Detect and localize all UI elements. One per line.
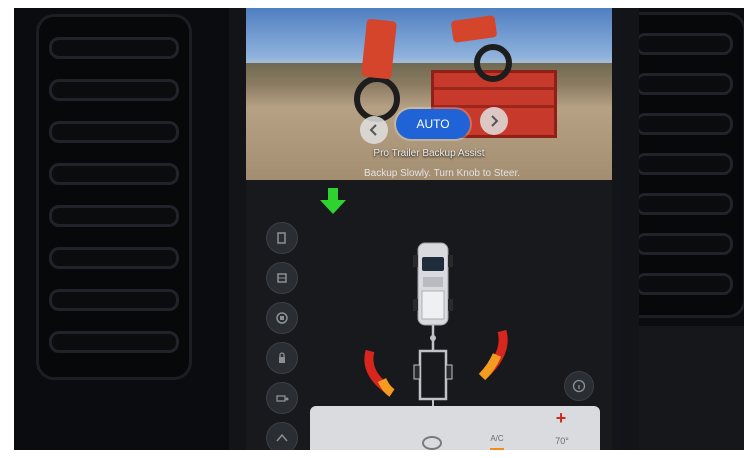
info-button[interactable]: [564, 371, 594, 401]
trailer-hitch-icon: [276, 395, 289, 402]
vent-slat: [49, 289, 179, 311]
truck-icon: [413, 242, 453, 326]
auto-mode-button[interactable]: AUTO: [396, 109, 470, 139]
vent-slat: [635, 233, 733, 255]
temp-increase-button[interactable]: +: [546, 408, 576, 429]
trailer-hitch-button[interactable]: [266, 382, 298, 414]
steer-right-orange-arc: [478, 353, 502, 381]
tailgate-icon: [277, 273, 287, 283]
trailer-light-check-button[interactable]: [266, 302, 298, 334]
vent-slat: [635, 33, 733, 55]
trailer-slat: [434, 87, 554, 90]
trailer-light-check-icon: [276, 312, 288, 324]
lock-icon: [279, 352, 285, 363]
truck-trailer-diagram: [364, 242, 508, 415]
right-air-vent: [622, 12, 744, 318]
vehicle-dashboard: AUTO Pro Trailer Backup Assist Backup Sl…: [0, 0, 744, 458]
vent-slat: [635, 73, 733, 95]
horizon-hills: [246, 63, 612, 85]
vent-slat: [49, 331, 179, 353]
motorcycle-wheel: [354, 76, 400, 122]
vent-slat: [49, 79, 179, 101]
vent-slat: [49, 247, 179, 269]
motorcycle-wheel: [474, 44, 512, 82]
tow-settings-icon: [276, 433, 288, 442]
vent-slat: [49, 121, 179, 143]
fuel-door-icon: [277, 232, 286, 244]
climate-bar: A/C + 70°: [310, 406, 600, 450]
guide-down-arrow-icon: [320, 188, 346, 214]
vent-slat: [635, 153, 733, 175]
tow-settings-button[interactable]: [266, 422, 298, 450]
vent-slat: [49, 163, 179, 185]
chevron-left-icon: [369, 124, 377, 136]
next-view-button[interactable]: [480, 107, 508, 135]
lock-button[interactable]: [266, 342, 298, 374]
vent-slat: [49, 37, 179, 59]
motorcycle-body: [450, 15, 498, 43]
ac-label[interactable]: A/C: [482, 434, 512, 443]
infotainment-screen: AUTO Pro Trailer Backup Assist Backup Sl…: [246, 8, 612, 450]
vent-slat: [49, 205, 179, 227]
tailgate-button[interactable]: [266, 262, 298, 294]
camera-caption: Pro Trailer Backup Assist: [373, 148, 485, 159]
vent-slat: [635, 113, 733, 135]
rear-camera-view: AUTO Pro Trailer Backup Assist: [246, 8, 612, 180]
vent-slat: [635, 193, 733, 215]
fan-icon[interactable]: [422, 436, 442, 450]
fuel-door-button[interactable]: [266, 222, 298, 254]
info-icon: [572, 379, 586, 393]
dashboard-panel: AUTO Pro Trailer Backup Assist Backup Sl…: [14, 8, 744, 450]
instruction-text: Backup Slowly. Turn Knob to Steer.: [364, 168, 521, 179]
ac-indicator: [490, 448, 504, 450]
chevron-right-icon: [491, 115, 499, 127]
left-air-vent: [36, 14, 192, 380]
steer-left-orange-arc: [377, 378, 395, 397]
motorcycle-body: [361, 18, 397, 80]
previous-view-button[interactable]: [360, 116, 388, 144]
temperature-readout: 70°: [555, 436, 569, 446]
vent-slat: [635, 273, 733, 295]
